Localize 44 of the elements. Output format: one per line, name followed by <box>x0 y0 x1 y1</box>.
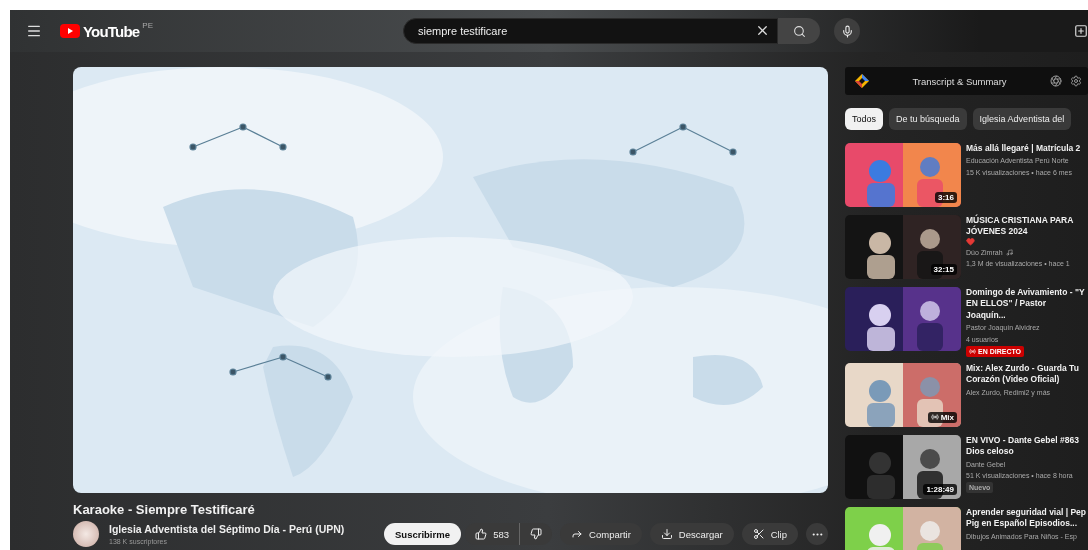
broadcast-icon <box>969 347 976 355</box>
search-icon <box>792 24 806 38</box>
share-button[interactable]: Compartir <box>560 523 642 545</box>
download-button[interactable]: Descargar <box>649 523 734 545</box>
menu-icon[interactable] <box>26 23 42 39</box>
mic-button[interactable] <box>834 18 860 44</box>
close-icon[interactable] <box>755 23 770 38</box>
mix-label: Mix <box>927 411 957 423</box>
share-arrow-icon <box>571 528 584 540</box>
broadcast-icon <box>930 413 939 422</box>
duration-label: 32:15 <box>930 264 957 275</box>
like-button[interactable]: 583 <box>465 523 521 545</box>
mic-icon <box>840 24 854 38</box>
download-icon <box>660 528 673 540</box>
more-button[interactable] <box>806 523 828 545</box>
filter-chip[interactable]: Iglesia Adventista del <box>972 108 1072 130</box>
play-logo-icon <box>60 24 80 38</box>
extension-title: Transcript & Summary <box>911 75 1008 87</box>
recommendation-title[interactable]: Aprender seguridad vial | Pep Pig en Español Episodios... <box>966 506 1088 530</box>
video-title: Karaoke - Siempre Testificaré <box>73 502 256 517</box>
recommendation-title[interactable]: Más allá llegaré | Matrícula 2 <box>966 143 1081 155</box>
filter-chip[interactable]: De tu búsqueda <box>889 108 967 130</box>
thumbs-down-icon <box>530 528 543 540</box>
filter-chip[interactable]: Todos <box>845 108 884 130</box>
settings-icon[interactable] <box>1070 75 1082 87</box>
duration-label: 3:16 <box>935 192 957 203</box>
create-icon[interactable] <box>1074 24 1088 38</box>
duration-label: 1:28:49 <box>923 483 957 495</box>
region-code: PE <box>142 20 153 30</box>
clip-button[interactable]: Clip <box>741 523 798 545</box>
recommendation-title[interactable]: Domingo de Avivamiento - "Y EN ELLOS" / Pastor Joaquín... <box>966 287 1088 322</box>
search-field[interactable]: siempre testificare <box>403 18 778 44</box>
channel-avatar[interactable] <box>73 521 99 547</box>
recommendation-title[interactable]: MÚSICA CRISTIANA PARA JÓVENES 2024 <box>966 215 1088 238</box>
diamond-logo-icon <box>855 74 869 88</box>
recommendation-title[interactable]: EN VIVO - Dante Gebel #863 Dios celoso <box>966 434 1088 458</box>
search-button[interactable] <box>778 18 820 44</box>
logo-text: YouTube <box>83 22 140 40</box>
recommendation-title[interactable]: Mix: Alex Zurdo - Guarda Tu Corazón (Video Oficial) <box>966 362 1088 386</box>
channel-name[interactable]: Iglesia Adventista del Séptimo Día - Perú (UPN) <box>109 523 367 535</box>
scissors-icon <box>752 528 765 540</box>
thumbs-up-icon <box>475 528 488 540</box>
subscribe-button[interactable]: Suscribirme <box>384 523 461 545</box>
aperture-icon[interactable] <box>1050 75 1062 87</box>
